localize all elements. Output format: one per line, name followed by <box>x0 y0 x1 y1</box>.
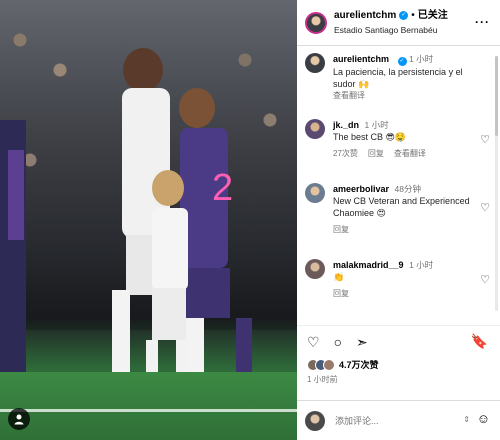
commenter-username[interactable]: jk._dn <box>333 120 359 130</box>
reply-button[interactable]: 回复 <box>333 288 349 300</box>
caption-username[interactable]: aurelientchm <box>333 54 389 64</box>
author-avatar-small[interactable] <box>305 53 325 73</box>
see-translation-link[interactable]: 查看翻译 <box>394 148 426 160</box>
commenter-avatar[interactable] <box>305 259 325 279</box>
heart-icon[interactable]: ♡ <box>480 201 490 214</box>
author-meta: aurelientchm ✓ • 已关注 Estadio Santiago Be… <box>334 10 448 36</box>
reply-button[interactable]: 回复 <box>333 224 349 236</box>
heart-icon[interactable]: ♡ <box>480 133 490 146</box>
heart-icon[interactable]: ♡ <box>307 334 320 351</box>
commenter-avatar[interactable] <box>305 119 325 139</box>
caption-text: La paciencia, la persistencia y el sudor <box>333 67 463 89</box>
pitch-line <box>0 409 297 412</box>
emoji: 😎🤤 <box>385 132 407 142</box>
sweat-emoji: 🙌 <box>358 79 370 89</box>
verified-icon: ✓ <box>399 11 409 20</box>
tagged-users-icon[interactable] <box>8 408 30 430</box>
reply-button[interactable]: 回复 <box>368 148 384 160</box>
comment-text: The best CB <box>333 132 384 142</box>
heart-icon[interactable]: ♡ <box>480 273 490 286</box>
comments-list[interactable]: aurelientchm ✓ 1 小时 La paciencia, la per… <box>297 47 500 315</box>
caption-time: 1 小时 <box>409 54 434 64</box>
commenter-username[interactable]: malakmadrid__9 <box>333 260 404 270</box>
posted-time: 1 小时前 <box>307 375 338 384</box>
author-avatar[interactable] <box>305 11 327 34</box>
comment-item: malakmadrid__9 1 小时 👏 回复 <box>305 259 490 300</box>
comment-likes[interactable]: 27次赞 <box>333 148 358 160</box>
jersey-number: 2 <box>212 167 233 209</box>
more-icon[interactable]: ··· <box>475 15 490 29</box>
post-location[interactable]: Estadio Santiago Bernabéu <box>334 24 448 36</box>
current-user-avatar <box>305 410 325 431</box>
author-username[interactable]: aurelientchm <box>334 10 396 22</box>
action-bar: ♡ ○ ➣ 🔖 4.7万次赞 1 小时前 <box>297 325 500 395</box>
comment-icon[interactable]: ○ <box>334 334 342 351</box>
emoji: 😍 <box>376 208 386 218</box>
comment-input[interactable]: 添加评论... <box>335 414 379 427</box>
caption-item: aurelientchm ✓ 1 小时 La paciencia, la per… <box>305 53 490 102</box>
post-photo[interactable]: 2 <box>0 0 297 440</box>
separator-dot: • <box>411 9 415 21</box>
commenter-username[interactable]: ameerbolivar <box>333 184 389 194</box>
like-count[interactable]: 4.7万次赞 <box>339 358 379 371</box>
post-header: aurelientchm ✓ • 已关注 Estadio Santiago Be… <box>297 0 500 46</box>
comment-item: ameerbolivar 48分钟 New CB Veteran and Exp… <box>305 183 490 236</box>
emoji-icon[interactable]: ☺ <box>477 411 490 426</box>
comment-time: 1 小时 <box>364 120 389 130</box>
expand-icon[interactable]: ⇕ <box>463 415 470 424</box>
liker-avatar <box>323 358 335 371</box>
post-side-panel: aurelientchm ✓ • 已关注 Estadio Santiago Be… <box>297 0 500 440</box>
commenter-avatar[interactable] <box>305 183 325 203</box>
emoji: 👏 <box>333 272 345 282</box>
comment-text: New CB Veteran and Experienced Chaomiee <box>333 196 470 218</box>
share-icon[interactable]: ➣ <box>356 334 368 351</box>
comment-time: 48分钟 <box>394 184 422 194</box>
following-button[interactable]: 已关注 <box>418 10 448 22</box>
see-translation-link[interactable]: 查看翻译 <box>333 90 365 102</box>
pitch <box>0 372 297 440</box>
comment-item: jk._dn 1 小时 The best CB 😎🤤 27次赞 回复 查看翻译 <box>305 119 490 160</box>
comments-scrollbar-thumb[interactable] <box>495 56 498 136</box>
verified-icon: ✓ <box>397 57 407 66</box>
bookmark-icon[interactable]: 🔖 <box>471 333 488 350</box>
comment-time: 1 小时 <box>409 260 434 270</box>
comment-composer: 添加评论... ⇕ ☺ <box>297 400 500 440</box>
likes-summary[interactable]: 4.7万次赞 <box>307 358 379 371</box>
